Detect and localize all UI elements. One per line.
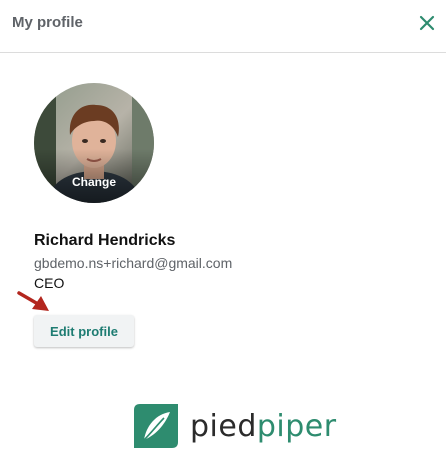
dialog-header: My profile	[0, 0, 446, 53]
red-arrow-icon	[17, 291, 49, 311]
dialog-title: My profile	[12, 14, 83, 31]
avatar[interactable]: Change	[34, 83, 154, 203]
change-photo-label[interactable]: Change	[34, 175, 154, 189]
close-icon	[419, 15, 435, 31]
brand-wordmark-part2: piper	[256, 408, 337, 444]
profile-name: Richard Hendricks	[34, 232, 176, 249]
brand-wordmark: piedpiper	[190, 409, 337, 444]
edit-profile-button[interactable]: Edit profile	[34, 315, 134, 347]
close-button[interactable]	[416, 12, 438, 34]
brand-wordmark-part1: pied	[190, 408, 257, 444]
leaf-logo-icon	[134, 404, 178, 448]
profile-email: gbdemo.ns+richard@gmail.com	[34, 255, 233, 271]
brand-logo: piedpiper	[132, 402, 337, 450]
